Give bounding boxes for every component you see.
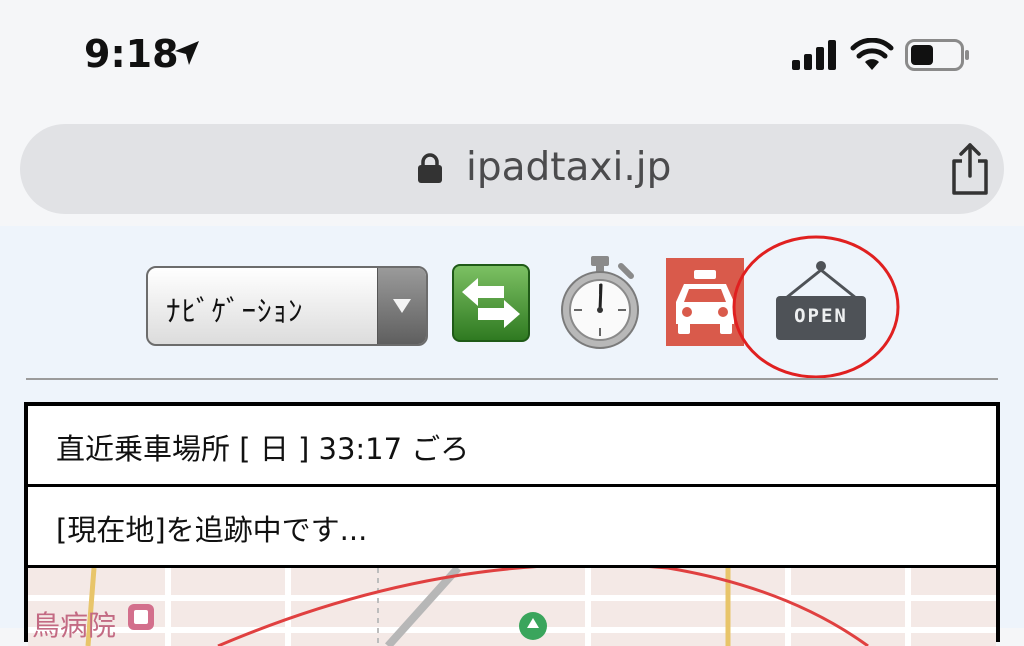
map-view[interactable]: 鳥病院 xyxy=(28,568,996,646)
chevron-down-icon xyxy=(393,299,411,313)
wifi-icon xyxy=(850,38,894,70)
info-panel: 直近乗車場所 [ 日 ] 33:17 ごろ [現在地]を追跡中です... 鳥病院 xyxy=(24,402,1000,646)
lock-icon xyxy=(418,153,442,183)
map-label-hospital: 鳥病院 xyxy=(32,609,117,642)
navigation-select[interactable]: ﾅﾋﾞｹﾞｰｼｮﾝ xyxy=(146,266,428,346)
divider xyxy=(26,378,998,380)
select-arrow-box[interactable] xyxy=(377,268,426,344)
url-text[interactable]: ipadtaxi.jp xyxy=(466,145,671,190)
share-icon[interactable] xyxy=(947,141,993,197)
status-bar: 9:18 xyxy=(0,0,1024,110)
map-roads xyxy=(28,568,996,646)
tracking-status-text: [現在地]を追跡中です... xyxy=(56,513,368,547)
battery-icon xyxy=(905,39,969,71)
navigation-select-value: ﾅﾋﾞｹﾞｰｼｮﾝ xyxy=(166,294,304,328)
tracking-status-row: [現在地]を追跡中です... xyxy=(28,487,996,568)
address-bar[interactable]: ipadtaxi.jp xyxy=(20,124,1004,214)
location-arrow-icon xyxy=(175,41,199,65)
page-content: ﾅﾋﾞｹﾞｰｼｮﾝ OPEN 直近乗車場所 [日] 33:17 ごろ [現在… xyxy=(0,226,1024,646)
cellular-signal-icon xyxy=(792,40,836,70)
swap-button[interactable] xyxy=(452,264,530,342)
nearest-pickup-text: 直近乗車場所 [ 日 ] 33:17 ごろ xyxy=(56,432,470,466)
swap-arrows-icon xyxy=(462,278,520,328)
highlight-circle xyxy=(732,235,900,379)
app-toolbar: ﾅﾋﾞｹﾞｰｼｮﾝ OPEN xyxy=(0,226,1024,380)
stopwatch-icon[interactable] xyxy=(555,254,645,350)
status-time: 9:18 xyxy=(84,32,179,76)
nearest-pickup-row: 直近乗車場所 [ 日 ] 33:17 ごろ xyxy=(28,406,996,487)
